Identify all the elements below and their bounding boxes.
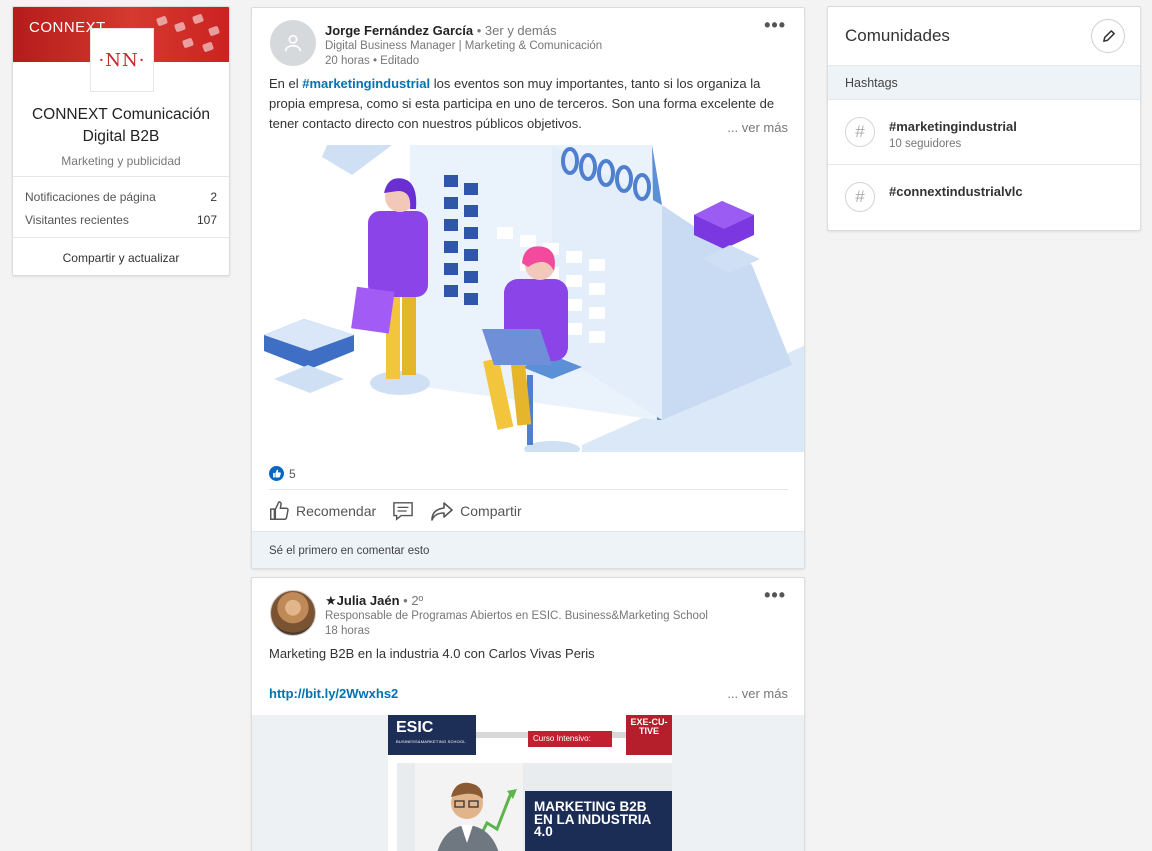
comment-button[interactable] [392,501,414,521]
post-time: 18 horas [325,625,370,637]
hashtag-item[interactable]: # #marketingindustrial 10 seguidores [828,100,1140,165]
connection-degree: • 2º [403,593,424,608]
connection-degree: • 3er y demás [476,23,557,38]
reactions-summary[interactable]: 5 [269,466,296,481]
hashtag-item[interactable]: # #connextindustrialvlc [828,165,1140,230]
author-name[interactable]: ★Julia Jaén [325,593,400,608]
hashtag-icon: # [845,117,875,147]
stat-visitors[interactable]: Visitantes recientes 107 [25,208,217,231]
share-button[interactable]: Compartir [430,501,522,521]
author-line: ★Julia Jaén • 2º [325,593,423,609]
course-title: MARKETING B2B EN LA INDUSTRIA 4.0 [534,799,651,839]
see-more-link[interactable]: ... ver más [727,684,788,704]
company-stats: Notificaciones de página 2 Visitantes re… [13,176,229,237]
executive-badge: EXE-CU-TIVE [626,715,672,755]
author-line: Jorge Fernández García • 3er y demás [325,23,556,38]
author-headline: Digital Business Manager | Marketing & C… [325,40,603,52]
post-text: Marketing B2B en la industria 4.0 con Ca… [269,646,595,661]
pencil-icon [1102,29,1115,42]
company-name[interactable]: CONNEXT Comunicación Digital B2B [13,104,229,148]
reaction-count: 5 [289,466,296,481]
feed-post: Jorge Fernández García • 3er y demás Dig… [251,7,805,569]
hashtag-icon: # [845,182,875,212]
share-label: Compartir [460,503,522,519]
esic-logo: ESIC BUSINESS&MARKETING SCHOOL [388,715,476,755]
more-options-icon[interactable]: ••• [764,16,786,34]
communities-header: Comunidades [828,7,1140,65]
esic-logo-text: ESIC [396,719,434,736]
company-card: CONNEXT ·NN· CONNEXT Comunicación Digita… [12,6,230,276]
course-flyer: ESIC BUSINESS&MARKETING SCHOOL EXE-CU-TI… [388,715,672,851]
post-header: Jorge Fernández García • 3er y demás Dig… [252,8,804,74]
post-time: 20 horas • Editado [325,55,420,67]
more-options-icon[interactable]: ••• [764,586,786,604]
comment-prompt[interactable]: Sé el primero en comentar esto [252,531,804,568]
share-arrow-icon [431,502,453,521]
like-reaction-icon [269,466,284,481]
stat-value: 107 [196,212,217,227]
share-update-button[interactable]: Compartir y actualizar [13,237,229,275]
company-logo[interactable]: ·NN· [90,28,154,92]
post-divider [269,489,788,490]
hashtags-section-header: Hashtags [828,65,1140,100]
feed-post: ★Julia Jaén • 2º Responsable de Programa… [251,577,805,851]
post-actions: Recomendar Compartir [268,498,538,524]
hashtag-followers: 10 seguidores [889,138,962,150]
communities-title: Comunidades [845,26,950,45]
author-avatar[interactable] [270,590,316,636]
esic-logo-sub: BUSINESS&MARKETING SCHOOL [396,739,466,744]
hashtag-link[interactable]: #marketingindustrial [302,76,430,91]
person-icon [284,34,302,52]
author-headline: Responsable de Programas Abiertos en ESI… [325,610,708,622]
post-body: Marketing B2B en la industria 4.0 con Ca… [252,644,804,714]
course-label: Curso Intensivo: [528,731,612,747]
stat-value: 2 [210,189,217,204]
like-label: Recomendar [296,503,377,519]
post-body: En el #marketingindustrial los eventos s… [252,74,804,138]
post-media[interactable]: ESIC BUSINESS&MARKETING SCHOOL EXE-CU-TI… [252,715,804,851]
speaker-photo [415,763,523,851]
hashtag-name[interactable]: #connextindustrialvlc [889,184,1023,199]
stat-notifications[interactable]: Notificaciones de página 2 [25,185,217,208]
edit-communities-button[interactable] [1091,19,1125,53]
post-illustration[interactable] [252,145,805,452]
like-button[interactable]: Recomendar [268,500,376,522]
hashtag-name[interactable]: #marketingindustrial [889,119,1017,134]
stat-label: Notificaciones de página [25,189,156,204]
stat-label: Visitantes recientes [25,212,129,227]
author-avatar[interactable] [270,20,316,66]
see-more-link[interactable]: ... ver más [721,118,788,138]
company-logo-mark: ·NN· [98,49,146,71]
post-header: ★Julia Jaén • 2º Responsable de Programa… [252,578,804,644]
thumbs-up-icon [270,501,289,520]
comment-icon [393,502,413,521]
company-industry: Marketing y publicidad [61,154,181,168]
banner-decoration [153,13,223,57]
author-name[interactable]: Jorge Fernández García [325,23,473,38]
communities-card: Comunidades Hashtags # #marketingindustr… [827,6,1141,231]
post-text-start: En el [269,76,303,91]
post-link[interactable]: http://bit.ly/2Wwxhs2 [269,684,788,704]
